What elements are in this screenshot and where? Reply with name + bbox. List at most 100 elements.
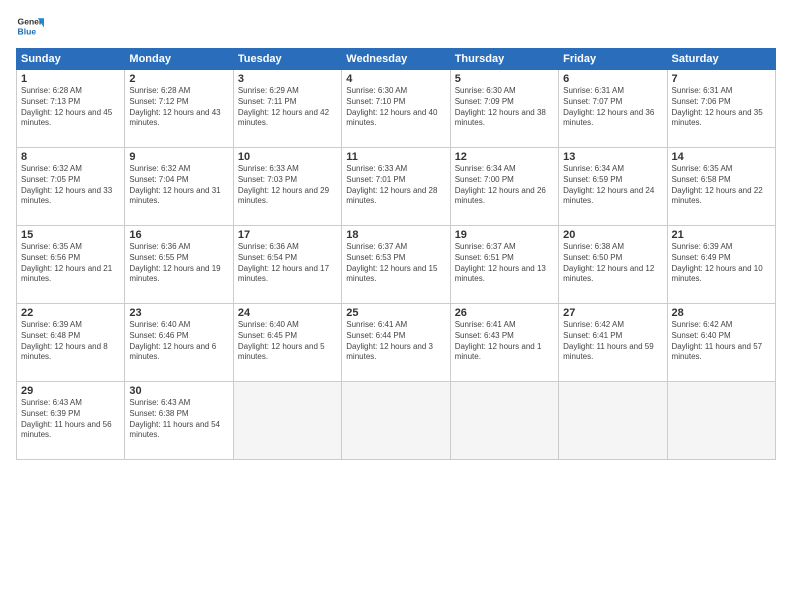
weekday-header-row: SundayMondayTuesdayWednesdayThursdayFrid… — [17, 49, 776, 70]
day-info: Sunrise: 6:35 AMSunset: 6:56 PMDaylight:… — [21, 242, 120, 285]
weekday-header-friday: Friday — [559, 49, 667, 70]
day-info: Sunrise: 6:34 AMSunset: 7:00 PMDaylight:… — [455, 164, 554, 207]
calendar-cell — [233, 382, 341, 460]
day-number: 23 — [129, 307, 228, 319]
day-number: 24 — [238, 307, 337, 319]
day-info: Sunrise: 6:40 AMSunset: 6:46 PMDaylight:… — [129, 320, 228, 363]
day-number: 8 — [21, 151, 120, 163]
day-number: 20 — [563, 229, 662, 241]
day-number: 30 — [129, 385, 228, 397]
calendar-cell: 16Sunrise: 6:36 AMSunset: 6:55 PMDayligh… — [125, 226, 233, 304]
day-info: Sunrise: 6:28 AMSunset: 7:13 PMDaylight:… — [21, 86, 120, 129]
calendar-cell: 19Sunrise: 6:37 AMSunset: 6:51 PMDayligh… — [450, 226, 558, 304]
calendar-cell: 22Sunrise: 6:39 AMSunset: 6:48 PMDayligh… — [17, 304, 125, 382]
day-info: Sunrise: 6:36 AMSunset: 6:55 PMDaylight:… — [129, 242, 228, 285]
calendar-cell: 12Sunrise: 6:34 AMSunset: 7:00 PMDayligh… — [450, 148, 558, 226]
day-info: Sunrise: 6:41 AMSunset: 6:43 PMDaylight:… — [455, 320, 554, 363]
day-number: 15 — [21, 229, 120, 241]
calendar-cell: 17Sunrise: 6:36 AMSunset: 6:54 PMDayligh… — [233, 226, 341, 304]
day-number: 28 — [672, 307, 771, 319]
day-number: 4 — [346, 73, 445, 85]
day-number: 18 — [346, 229, 445, 241]
calendar-cell: 27Sunrise: 6:42 AMSunset: 6:41 PMDayligh… — [559, 304, 667, 382]
day-number: 25 — [346, 307, 445, 319]
calendar-table: SundayMondayTuesdayWednesdayThursdayFrid… — [16, 48, 776, 460]
day-number: 1 — [21, 73, 120, 85]
calendar-week-2: 8Sunrise: 6:32 AMSunset: 7:05 PMDaylight… — [17, 148, 776, 226]
day-number: 2 — [129, 73, 228, 85]
calendar-cell: 4Sunrise: 6:30 AMSunset: 7:10 PMDaylight… — [342, 70, 450, 148]
weekday-header-wednesday: Wednesday — [342, 49, 450, 70]
svg-text:Blue: Blue — [18, 27, 37, 37]
weekday-header-tuesday: Tuesday — [233, 49, 341, 70]
weekday-header-saturday: Saturday — [667, 49, 775, 70]
day-number: 10 — [238, 151, 337, 163]
day-number: 11 — [346, 151, 445, 163]
day-info: Sunrise: 6:33 AMSunset: 7:01 PMDaylight:… — [346, 164, 445, 207]
day-info: Sunrise: 6:37 AMSunset: 6:53 PMDaylight:… — [346, 242, 445, 285]
day-info: Sunrise: 6:31 AMSunset: 7:06 PMDaylight:… — [672, 86, 771, 129]
calendar-cell — [450, 382, 558, 460]
calendar-cell: 5Sunrise: 6:30 AMSunset: 7:09 PMDaylight… — [450, 70, 558, 148]
calendar-cell: 26Sunrise: 6:41 AMSunset: 6:43 PMDayligh… — [450, 304, 558, 382]
weekday-header-sunday: Sunday — [17, 49, 125, 70]
day-number: 12 — [455, 151, 554, 163]
logo-icon: General Blue — [16, 12, 44, 40]
day-info: Sunrise: 6:30 AMSunset: 7:10 PMDaylight:… — [346, 86, 445, 129]
calendar-cell: 3Sunrise: 6:29 AMSunset: 7:11 PMDaylight… — [233, 70, 341, 148]
day-number: 13 — [563, 151, 662, 163]
day-info: Sunrise: 6:32 AMSunset: 7:04 PMDaylight:… — [129, 164, 228, 207]
day-number: 21 — [672, 229, 771, 241]
calendar-cell: 1Sunrise: 6:28 AMSunset: 7:13 PMDaylight… — [17, 70, 125, 148]
calendar-cell — [342, 382, 450, 460]
day-info: Sunrise: 6:36 AMSunset: 6:54 PMDaylight:… — [238, 242, 337, 285]
calendar-cell: 18Sunrise: 6:37 AMSunset: 6:53 PMDayligh… — [342, 226, 450, 304]
calendar-cell: 23Sunrise: 6:40 AMSunset: 6:46 PMDayligh… — [125, 304, 233, 382]
day-info: Sunrise: 6:33 AMSunset: 7:03 PMDaylight:… — [238, 164, 337, 207]
calendar-week-5: 29Sunrise: 6:43 AMSunset: 6:39 PMDayligh… — [17, 382, 776, 460]
calendar-cell: 29Sunrise: 6:43 AMSunset: 6:39 PMDayligh… — [17, 382, 125, 460]
day-info: Sunrise: 6:29 AMSunset: 7:11 PMDaylight:… — [238, 86, 337, 129]
day-info: Sunrise: 6:38 AMSunset: 6:50 PMDaylight:… — [563, 242, 662, 285]
calendar-cell: 9Sunrise: 6:32 AMSunset: 7:04 PMDaylight… — [125, 148, 233, 226]
day-info: Sunrise: 6:41 AMSunset: 6:44 PMDaylight:… — [346, 320, 445, 363]
calendar-cell — [667, 382, 775, 460]
calendar-week-3: 15Sunrise: 6:35 AMSunset: 6:56 PMDayligh… — [17, 226, 776, 304]
day-number: 16 — [129, 229, 228, 241]
day-info: Sunrise: 6:32 AMSunset: 7:05 PMDaylight:… — [21, 164, 120, 207]
day-number: 5 — [455, 73, 554, 85]
day-info: Sunrise: 6:37 AMSunset: 6:51 PMDaylight:… — [455, 242, 554, 285]
day-info: Sunrise: 6:39 AMSunset: 6:48 PMDaylight:… — [21, 320, 120, 363]
calendar-week-1: 1Sunrise: 6:28 AMSunset: 7:13 PMDaylight… — [17, 70, 776, 148]
day-number: 27 — [563, 307, 662, 319]
calendar-cell: 10Sunrise: 6:33 AMSunset: 7:03 PMDayligh… — [233, 148, 341, 226]
header: General Blue — [16, 12, 776, 40]
day-number: 7 — [672, 73, 771, 85]
day-info: Sunrise: 6:42 AMSunset: 6:41 PMDaylight:… — [563, 320, 662, 363]
day-number: 29 — [21, 385, 120, 397]
day-info: Sunrise: 6:34 AMSunset: 6:59 PMDaylight:… — [563, 164, 662, 207]
calendar-cell: 28Sunrise: 6:42 AMSunset: 6:40 PMDayligh… — [667, 304, 775, 382]
day-info: Sunrise: 6:39 AMSunset: 6:49 PMDaylight:… — [672, 242, 771, 285]
day-number: 26 — [455, 307, 554, 319]
weekday-header-thursday: Thursday — [450, 49, 558, 70]
calendar-cell: 21Sunrise: 6:39 AMSunset: 6:49 PMDayligh… — [667, 226, 775, 304]
calendar-cell: 7Sunrise: 6:31 AMSunset: 7:06 PMDaylight… — [667, 70, 775, 148]
day-info: Sunrise: 6:35 AMSunset: 6:58 PMDaylight:… — [672, 164, 771, 207]
calendar-cell: 11Sunrise: 6:33 AMSunset: 7:01 PMDayligh… — [342, 148, 450, 226]
day-info: Sunrise: 6:42 AMSunset: 6:40 PMDaylight:… — [672, 320, 771, 363]
weekday-header-monday: Monday — [125, 49, 233, 70]
calendar-cell — [559, 382, 667, 460]
calendar-cell: 14Sunrise: 6:35 AMSunset: 6:58 PMDayligh… — [667, 148, 775, 226]
day-number: 17 — [238, 229, 337, 241]
calendar-cell: 8Sunrise: 6:32 AMSunset: 7:05 PMDaylight… — [17, 148, 125, 226]
calendar-cell: 2Sunrise: 6:28 AMSunset: 7:12 PMDaylight… — [125, 70, 233, 148]
day-number: 9 — [129, 151, 228, 163]
calendar-week-4: 22Sunrise: 6:39 AMSunset: 6:48 PMDayligh… — [17, 304, 776, 382]
calendar-cell: 24Sunrise: 6:40 AMSunset: 6:45 PMDayligh… — [233, 304, 341, 382]
day-number: 3 — [238, 73, 337, 85]
day-info: Sunrise: 6:31 AMSunset: 7:07 PMDaylight:… — [563, 86, 662, 129]
calendar-page: General Blue SundayMondayTuesdayWednesda… — [0, 0, 792, 612]
calendar-cell: 13Sunrise: 6:34 AMSunset: 6:59 PMDayligh… — [559, 148, 667, 226]
day-info: Sunrise: 6:30 AMSunset: 7:09 PMDaylight:… — [455, 86, 554, 129]
